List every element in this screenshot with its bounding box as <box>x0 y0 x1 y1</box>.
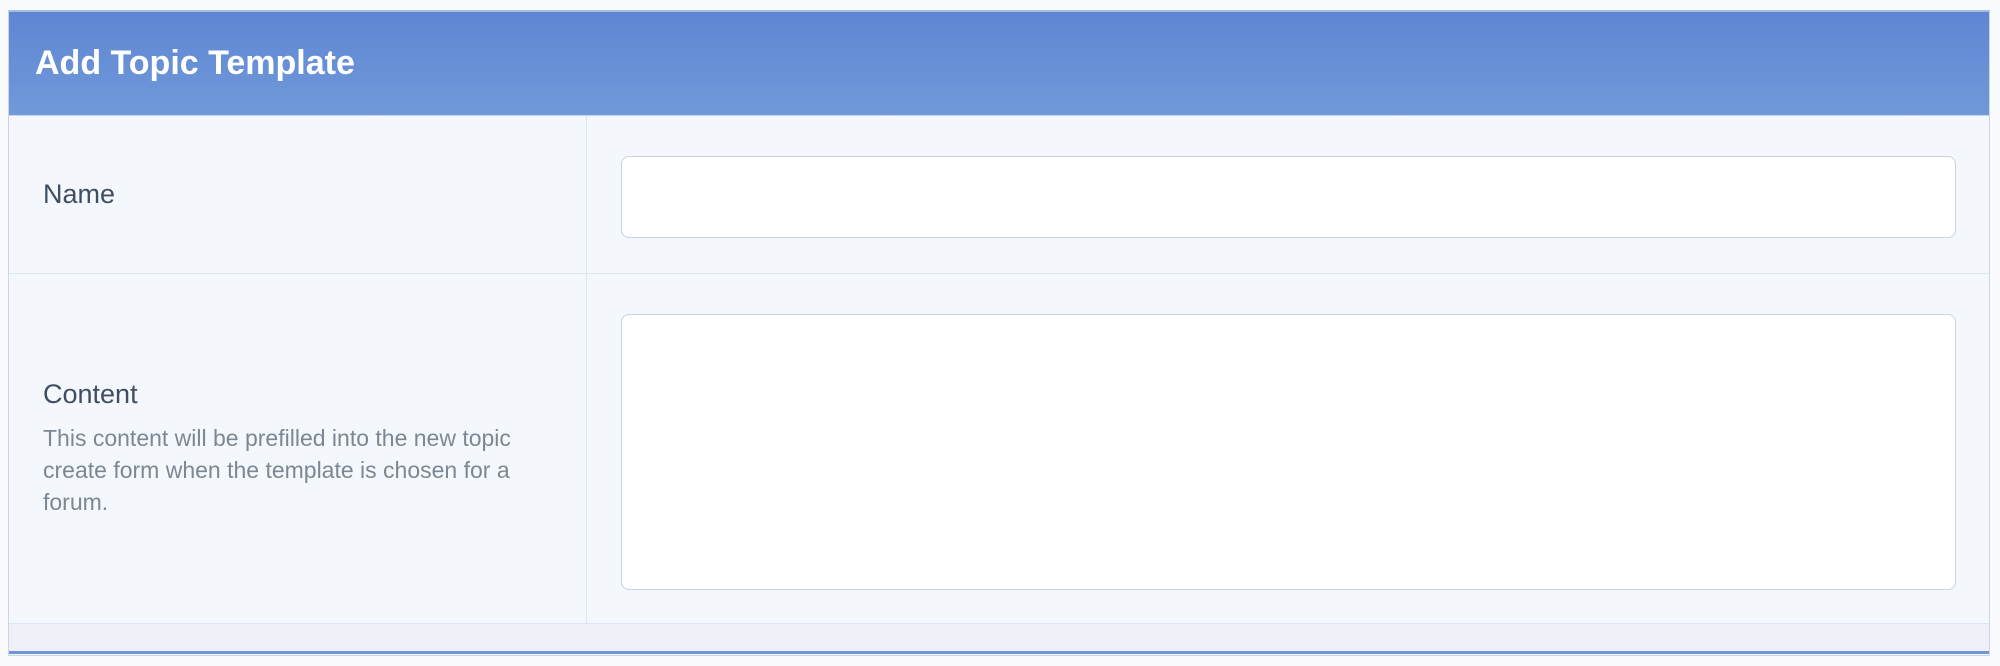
panel-footer <box>9 624 1989 654</box>
name-label: Name <box>43 179 116 209</box>
page-title: Add Topic Template <box>35 44 355 82</box>
name-input-cell <box>587 116 1989 273</box>
content-label-cell: Content This content will be prefilled i… <box>9 274 587 623</box>
content-input-cell <box>587 274 1989 623</box>
name-row: Name <box>9 116 1989 274</box>
panel-header: Add Topic Template <box>9 12 1989 116</box>
content-row: Content This content will be prefilled i… <box>9 274 1989 624</box>
content-label: Content <box>43 379 138 409</box>
name-input[interactable] <box>621 156 1956 238</box>
content-description: This content will be prefilled into the … <box>43 425 511 515</box>
content-textarea[interactable] <box>621 314 1956 590</box>
add-topic-template-panel: Add Topic Template Name Content This con… <box>8 10 1990 656</box>
name-label-cell: Name <box>9 116 587 273</box>
